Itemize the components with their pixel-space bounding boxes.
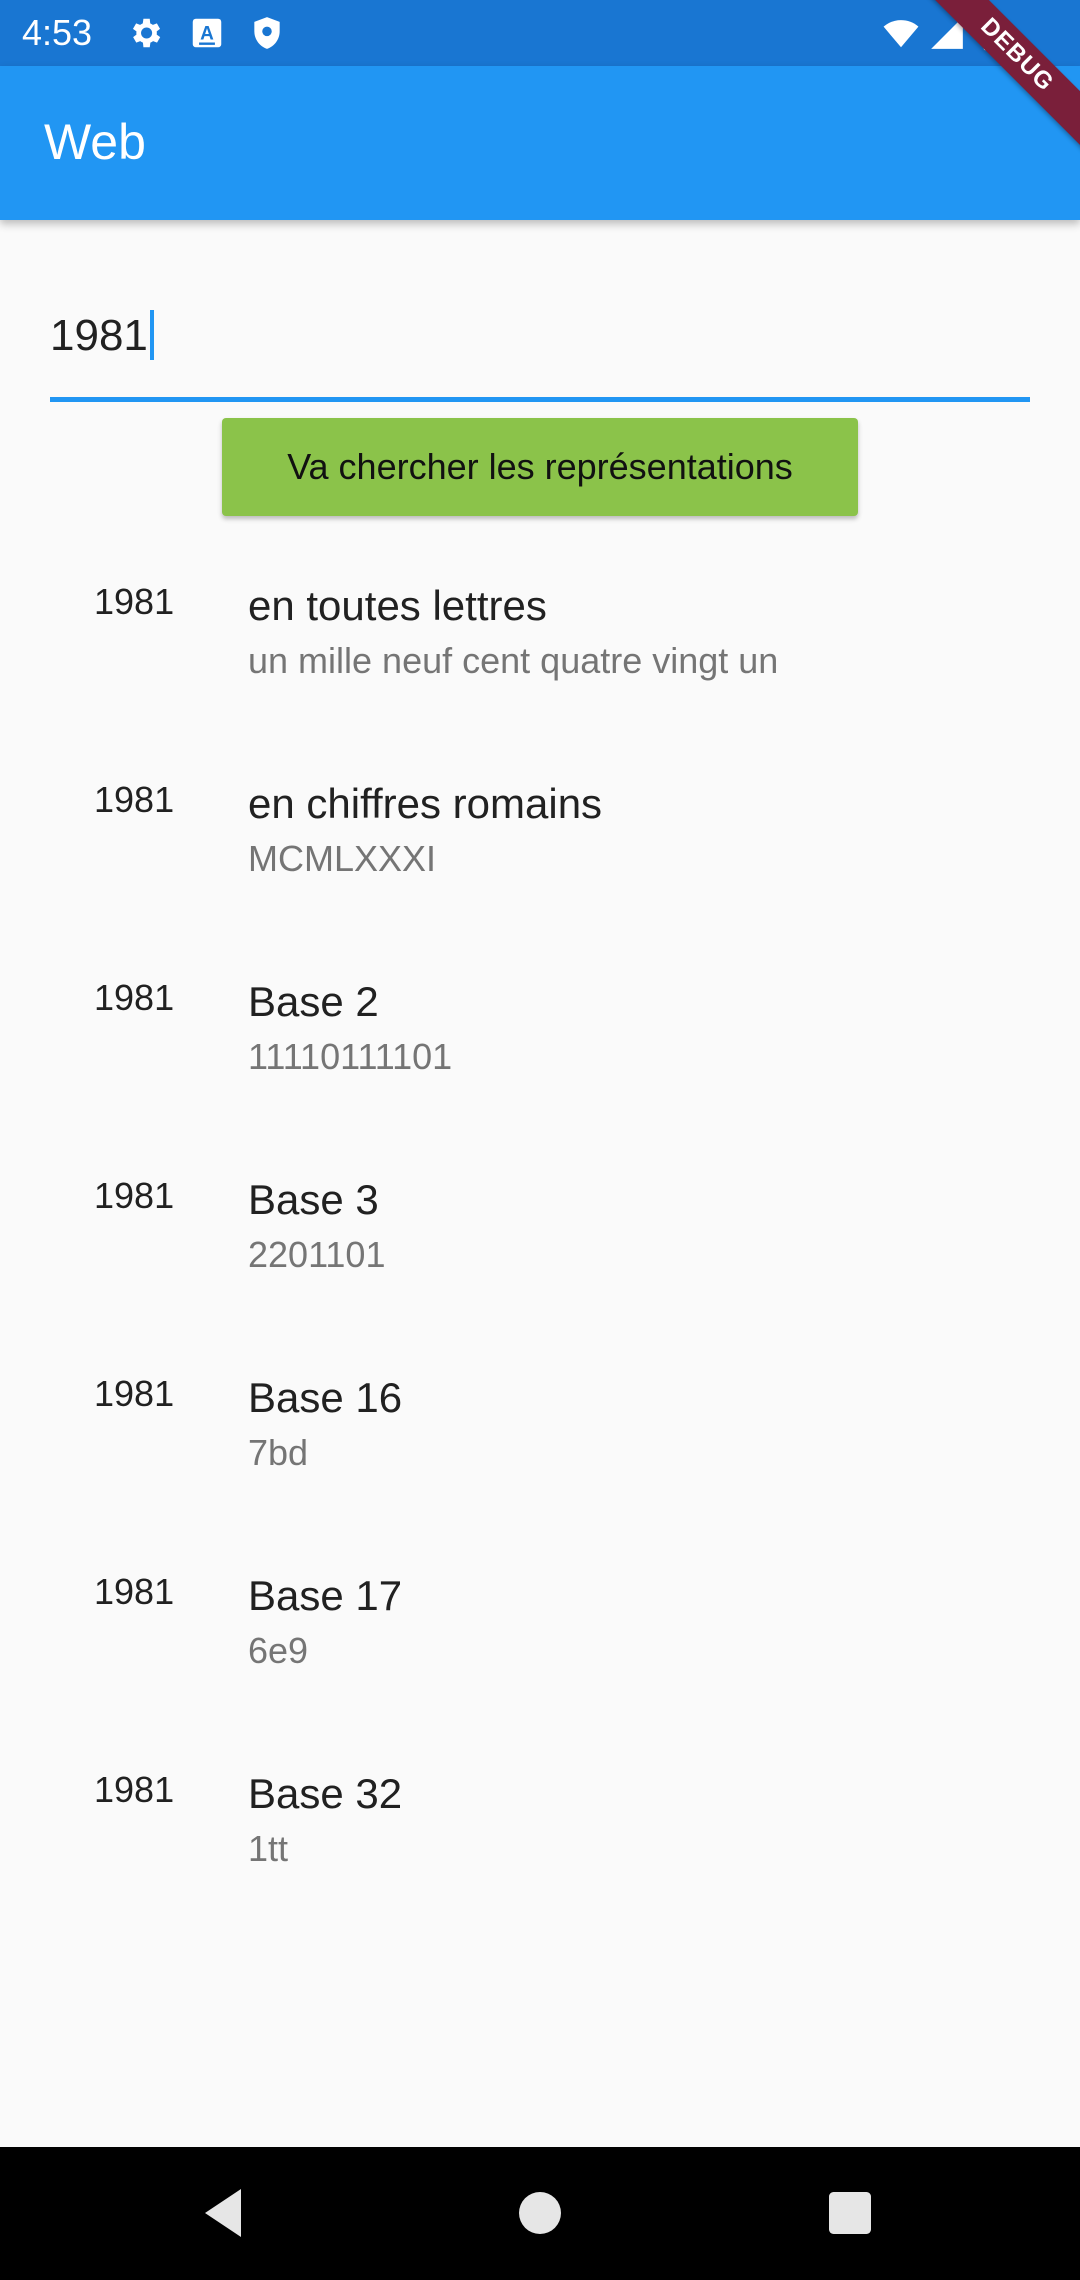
- svg-text:A: A: [200, 23, 214, 44]
- item-number: 1981: [94, 1769, 175, 1810]
- status-bar: 4:53 A: [0, 0, 1080, 66]
- fetch-representations-button[interactable]: Va chercher les représentations: [222, 418, 858, 516]
- item-value: un mille neuf cent quatre vingt un: [248, 640, 779, 681]
- list-item[interactable]: 1981 Base 17 6e9: [0, 1550, 1080, 1748]
- back-icon[interactable]: [190, 2177, 262, 2249]
- item-value: 7bd: [248, 1432, 309, 1473]
- list-item[interactable]: 1981 Base 2 11110111101: [0, 956, 1080, 1154]
- list-item[interactable]: 1981 en chiffres romains MCMLXXXI: [0, 758, 1080, 956]
- text-a-icon: A: [188, 14, 226, 52]
- item-title: Base 3: [248, 1176, 379, 1223]
- wifi-icon: [882, 14, 920, 52]
- list-item[interactable]: 1981 Base 16 7bd: [0, 1352, 1080, 1550]
- item-number: 1981: [94, 1571, 175, 1612]
- home-icon[interactable]: [504, 2177, 576, 2249]
- item-number: 1981: [94, 581, 175, 622]
- item-value: 11110111101: [248, 1036, 453, 1077]
- recents-icon[interactable]: [814, 2177, 886, 2249]
- gear-icon: [126, 14, 164, 52]
- item-value: MCMLXXXI: [248, 838, 437, 879]
- navigation-bar: [0, 2147, 1080, 2280]
- item-title: en chiffres romains: [248, 780, 603, 827]
- status-time: 4:53: [22, 12, 93, 53]
- number-input[interactable]: 1981: [50, 290, 1030, 402]
- item-value: 6e9: [248, 1630, 309, 1671]
- app-title: Web: [44, 114, 146, 170]
- item-title: Base 17: [248, 1572, 403, 1619]
- item-title: Base 2: [248, 978, 379, 1025]
- item-title: Base 32: [248, 1770, 403, 1817]
- item-number: 1981: [94, 779, 175, 820]
- list-item[interactable]: 1981 Base 3 2201101: [0, 1154, 1080, 1352]
- list-item[interactable]: 1981 Base 32 1tt: [0, 1748, 1080, 1946]
- item-title: Base 16: [248, 1374, 403, 1421]
- item-title: en toutes lettres: [248, 582, 547, 629]
- item-number: 1981: [94, 977, 175, 1018]
- item-value: 2201101: [248, 1234, 386, 1275]
- list-item[interactable]: 1981 en toutes lettres un mille neuf cen…: [0, 560, 1080, 758]
- number-input-value: 1981: [50, 311, 148, 360]
- text-cursor: [149, 310, 154, 360]
- item-number: 1981: [94, 1373, 175, 1414]
- app-bar: Web: [0, 66, 1080, 220]
- item-value: 1tt: [248, 1828, 289, 1869]
- shield-icon: [248, 14, 286, 52]
- item-number: 1981: [94, 1175, 175, 1216]
